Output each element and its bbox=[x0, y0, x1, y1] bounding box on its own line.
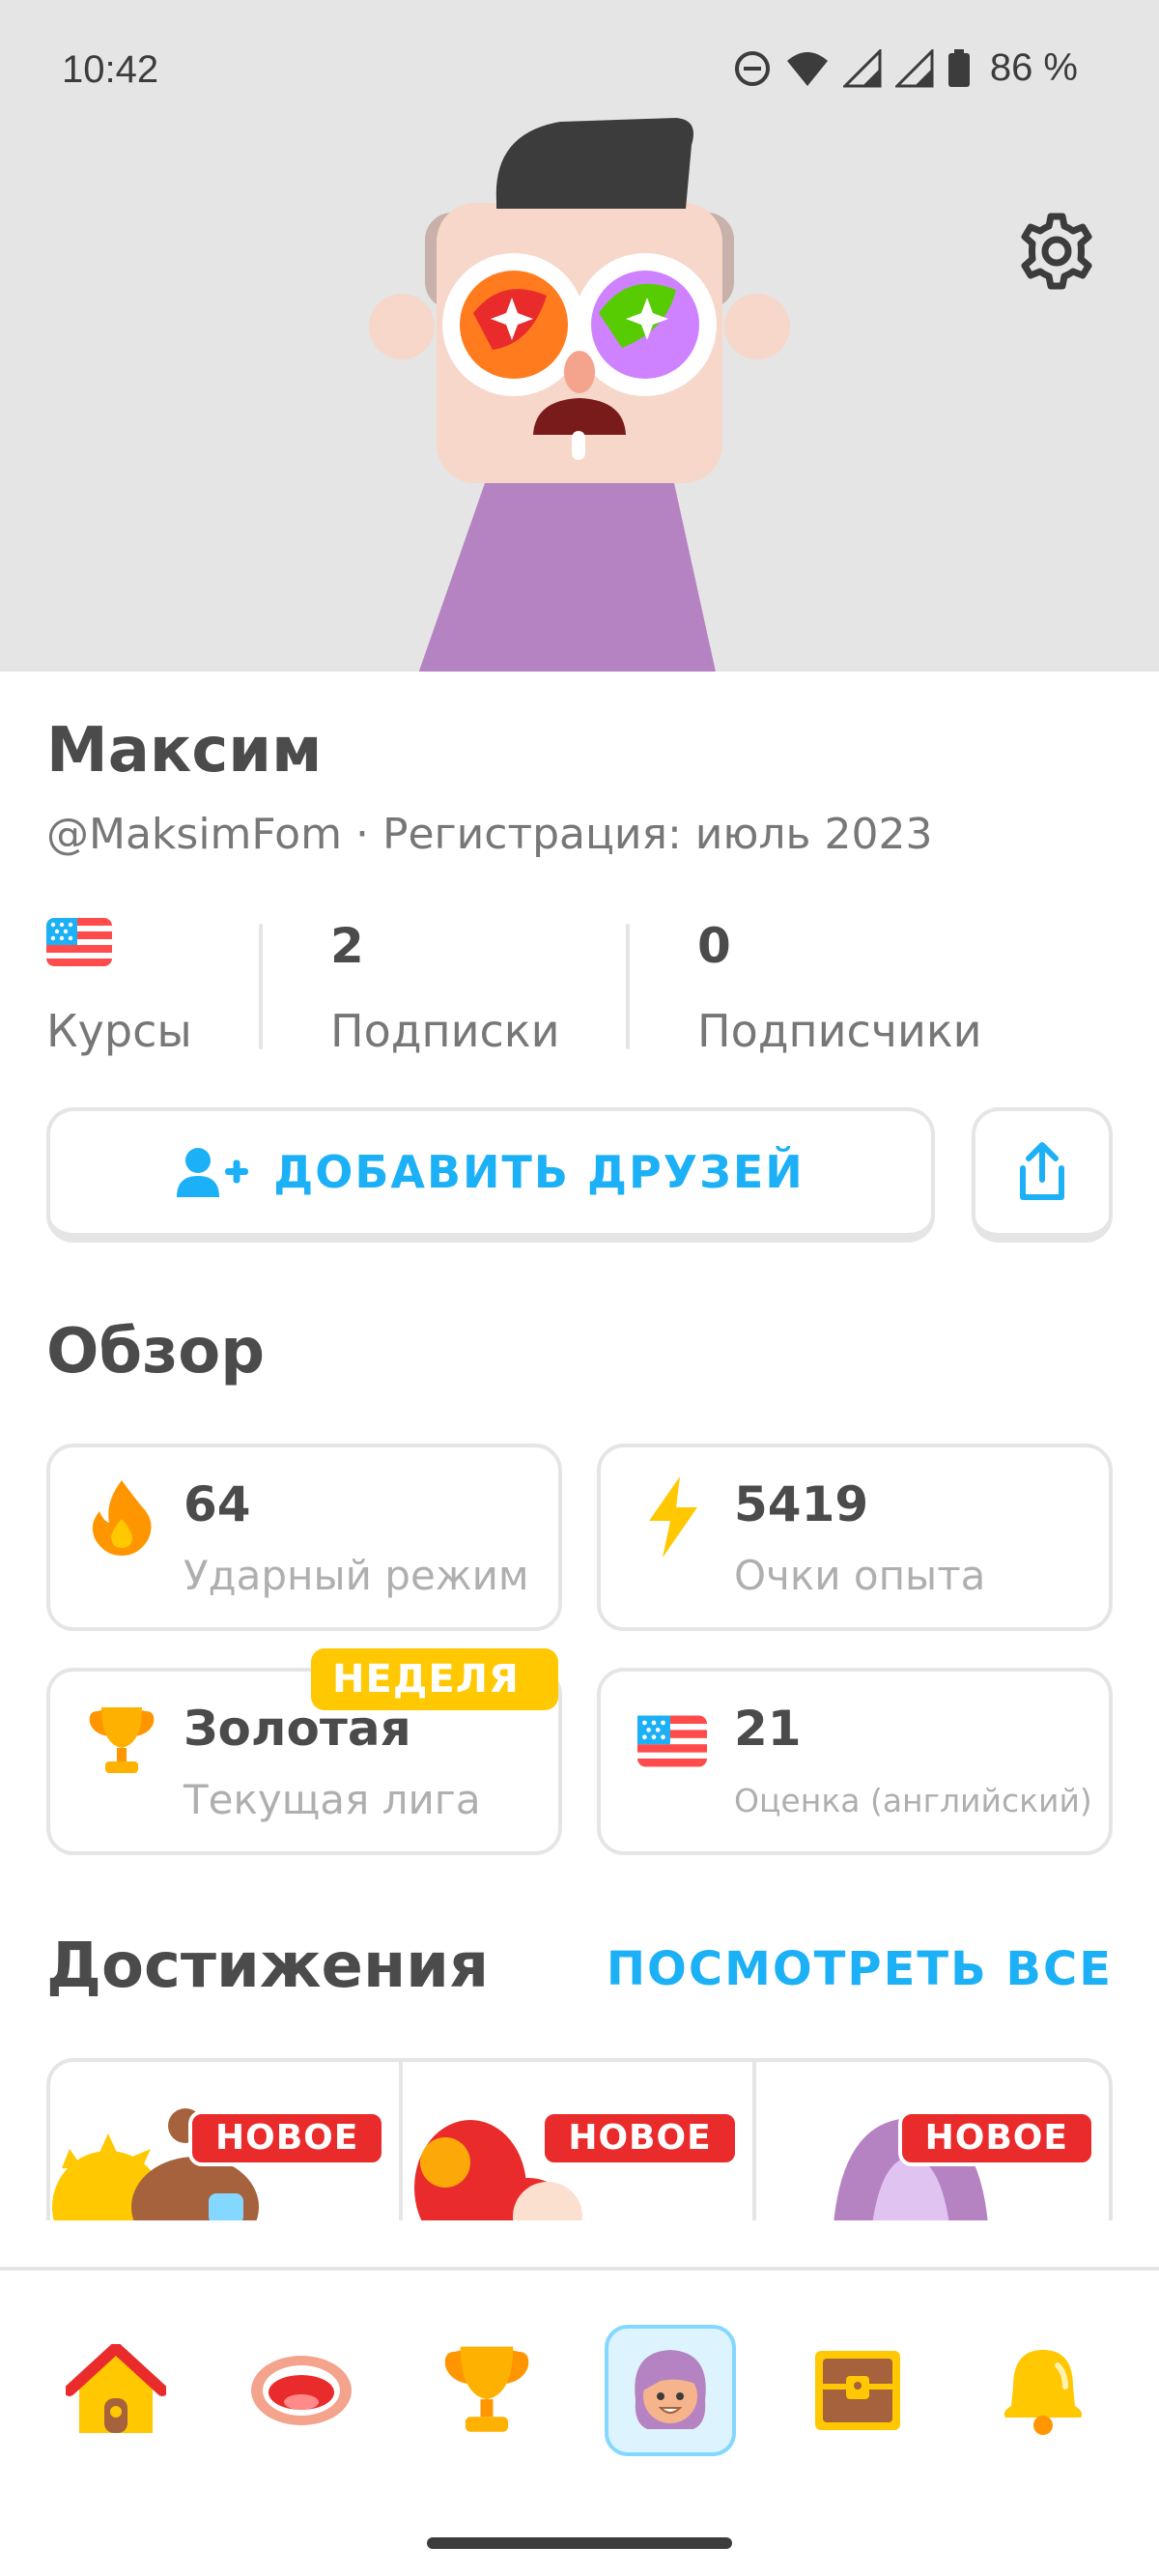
stat-followers-label: Подписчики bbox=[697, 1005, 982, 1057]
stat-following[interactable]: 2 Подписки bbox=[259, 918, 626, 1058]
profile-actions: ДОБАВИТЬ ДРУЗЕЙ bbox=[46, 1107, 1113, 1246]
profile-stats: Курсы 2 Подписки 0 Подписчики bbox=[46, 918, 1113, 1058]
xp-card[interactable]: 5419 Очки опыта bbox=[597, 1444, 1113, 1631]
add-user-icon bbox=[177, 1148, 249, 1197]
nav-profile[interactable] bbox=[605, 2325, 736, 2456]
nav-shop[interactable] bbox=[792, 2325, 923, 2456]
notifications-icon bbox=[1004, 2350, 1083, 2435]
gesture-bar[interactable] bbox=[427, 2537, 732, 2549]
add-friends-button[interactable]: ДОБАВИТЬ ДРУЗЕЙ bbox=[46, 1107, 935, 1243]
meta-separator: · bbox=[354, 810, 369, 859]
league-value: Золотая bbox=[184, 1701, 411, 1757]
profile-icon bbox=[635, 2350, 706, 2429]
new-badge: НОВОЕ bbox=[541, 2110, 739, 2166]
league-card[interactable]: НЕДЕЛЯ 1 Золотая Текущая лига bbox=[46, 1648, 562, 1855]
bottom-navigation bbox=[0, 2267, 1159, 2576]
trophy-icon bbox=[85, 1701, 158, 1782]
speaking-icon bbox=[251, 2356, 352, 2425]
score-label: Оценка (английский) bbox=[734, 1782, 1092, 1819]
stat-courses-label: Курсы bbox=[46, 1005, 192, 1057]
status-time: 10:42 bbox=[62, 48, 159, 91]
profile-username: @MaksimFom bbox=[46, 810, 342, 859]
achievement-item[interactable]: НОВОЕ bbox=[403, 2062, 756, 2220]
xp-value: 5419 bbox=[734, 1476, 869, 1532]
profile-registered: Регистрация: июль 2023 bbox=[382, 810, 933, 859]
leagues-icon bbox=[444, 2346, 529, 2432]
stat-followers[interactable]: 0 Подписчики bbox=[626, 918, 1109, 1058]
streak-card[interactable]: 64 Ударный режим bbox=[46, 1444, 562, 1631]
battery-icon bbox=[947, 48, 971, 88]
nav-speaking[interactable] bbox=[236, 2325, 367, 2456]
add-friends-label: ДОБАВИТЬ ДРУЗЕЙ bbox=[273, 1146, 805, 1198]
signal-icon bbox=[842, 48, 882, 88]
stat-divider bbox=[626, 924, 630, 1049]
streak-label: Ударный режим bbox=[184, 1552, 529, 1599]
profile-name: Максим bbox=[46, 715, 323, 787]
settings-button[interactable] bbox=[1012, 207, 1101, 296]
new-badge: НОВОЕ bbox=[897, 2110, 1095, 2166]
see-all-link[interactable]: ПОСМОТРЕТЬ ВСЕ bbox=[607, 1942, 1113, 1996]
shop-icon bbox=[815, 2351, 900, 2430]
home-icon bbox=[66, 2344, 166, 2433]
profile-info: Максим @MaksimFom · Регистрация: июль 20… bbox=[46, 715, 1113, 859]
avatar bbox=[369, 118, 790, 672]
fire-icon bbox=[85, 1476, 158, 1558]
share-button[interactable] bbox=[972, 1107, 1113, 1243]
nav-notifications[interactable] bbox=[977, 2325, 1109, 2456]
battery-percent: 86 % bbox=[989, 46, 1078, 89]
nav-home[interactable] bbox=[50, 2325, 182, 2456]
us-flag-icon bbox=[636, 1701, 709, 1782]
do-not-disturb-icon bbox=[733, 49, 772, 88]
achievements-title: Достижения bbox=[46, 1931, 490, 2002]
achievement-item[interactable]: НОВОЕ bbox=[756, 2062, 1109, 2220]
new-badge: НОВОЕ bbox=[187, 2110, 386, 2166]
stat-followers-value: 0 bbox=[697, 918, 731, 974]
stat-following-value: 2 bbox=[330, 918, 364, 974]
achievement-item[interactable]: НОВОЕ bbox=[50, 2062, 404, 2220]
streak-value: 64 bbox=[184, 1476, 251, 1532]
stat-courses[interactable]: Курсы bbox=[46, 918, 259, 1058]
share-icon bbox=[1020, 1142, 1064, 1200]
achievements-list: НОВОЕ НОВОЕ НОВОЕ bbox=[46, 2058, 1113, 2220]
us-flag-icon bbox=[46, 918, 259, 978]
score-value: 21 bbox=[734, 1701, 802, 1757]
profile-header: 10:42 86 % bbox=[0, 0, 1159, 672]
score-card[interactable]: 21 Оценка (английский) bbox=[597, 1668, 1113, 1855]
nav-leagues[interactable] bbox=[421, 2325, 552, 2456]
gear-icon bbox=[1021, 213, 1092, 290]
overview-title: Обзор bbox=[46, 1316, 266, 1388]
signal-icon bbox=[894, 48, 934, 88]
status-icons: 86 % bbox=[733, 46, 1078, 90]
wifi-icon bbox=[785, 49, 830, 88]
xp-label: Очки опыта bbox=[734, 1552, 986, 1599]
lightning-icon bbox=[636, 1476, 709, 1558]
stat-divider bbox=[259, 924, 263, 1049]
profile-meta: @MaksimFom · Регистрация: июль 2023 bbox=[46, 810, 1113, 859]
stat-following-label: Подписки bbox=[330, 1005, 560, 1057]
league-label: Текущая лига bbox=[184, 1776, 481, 1823]
